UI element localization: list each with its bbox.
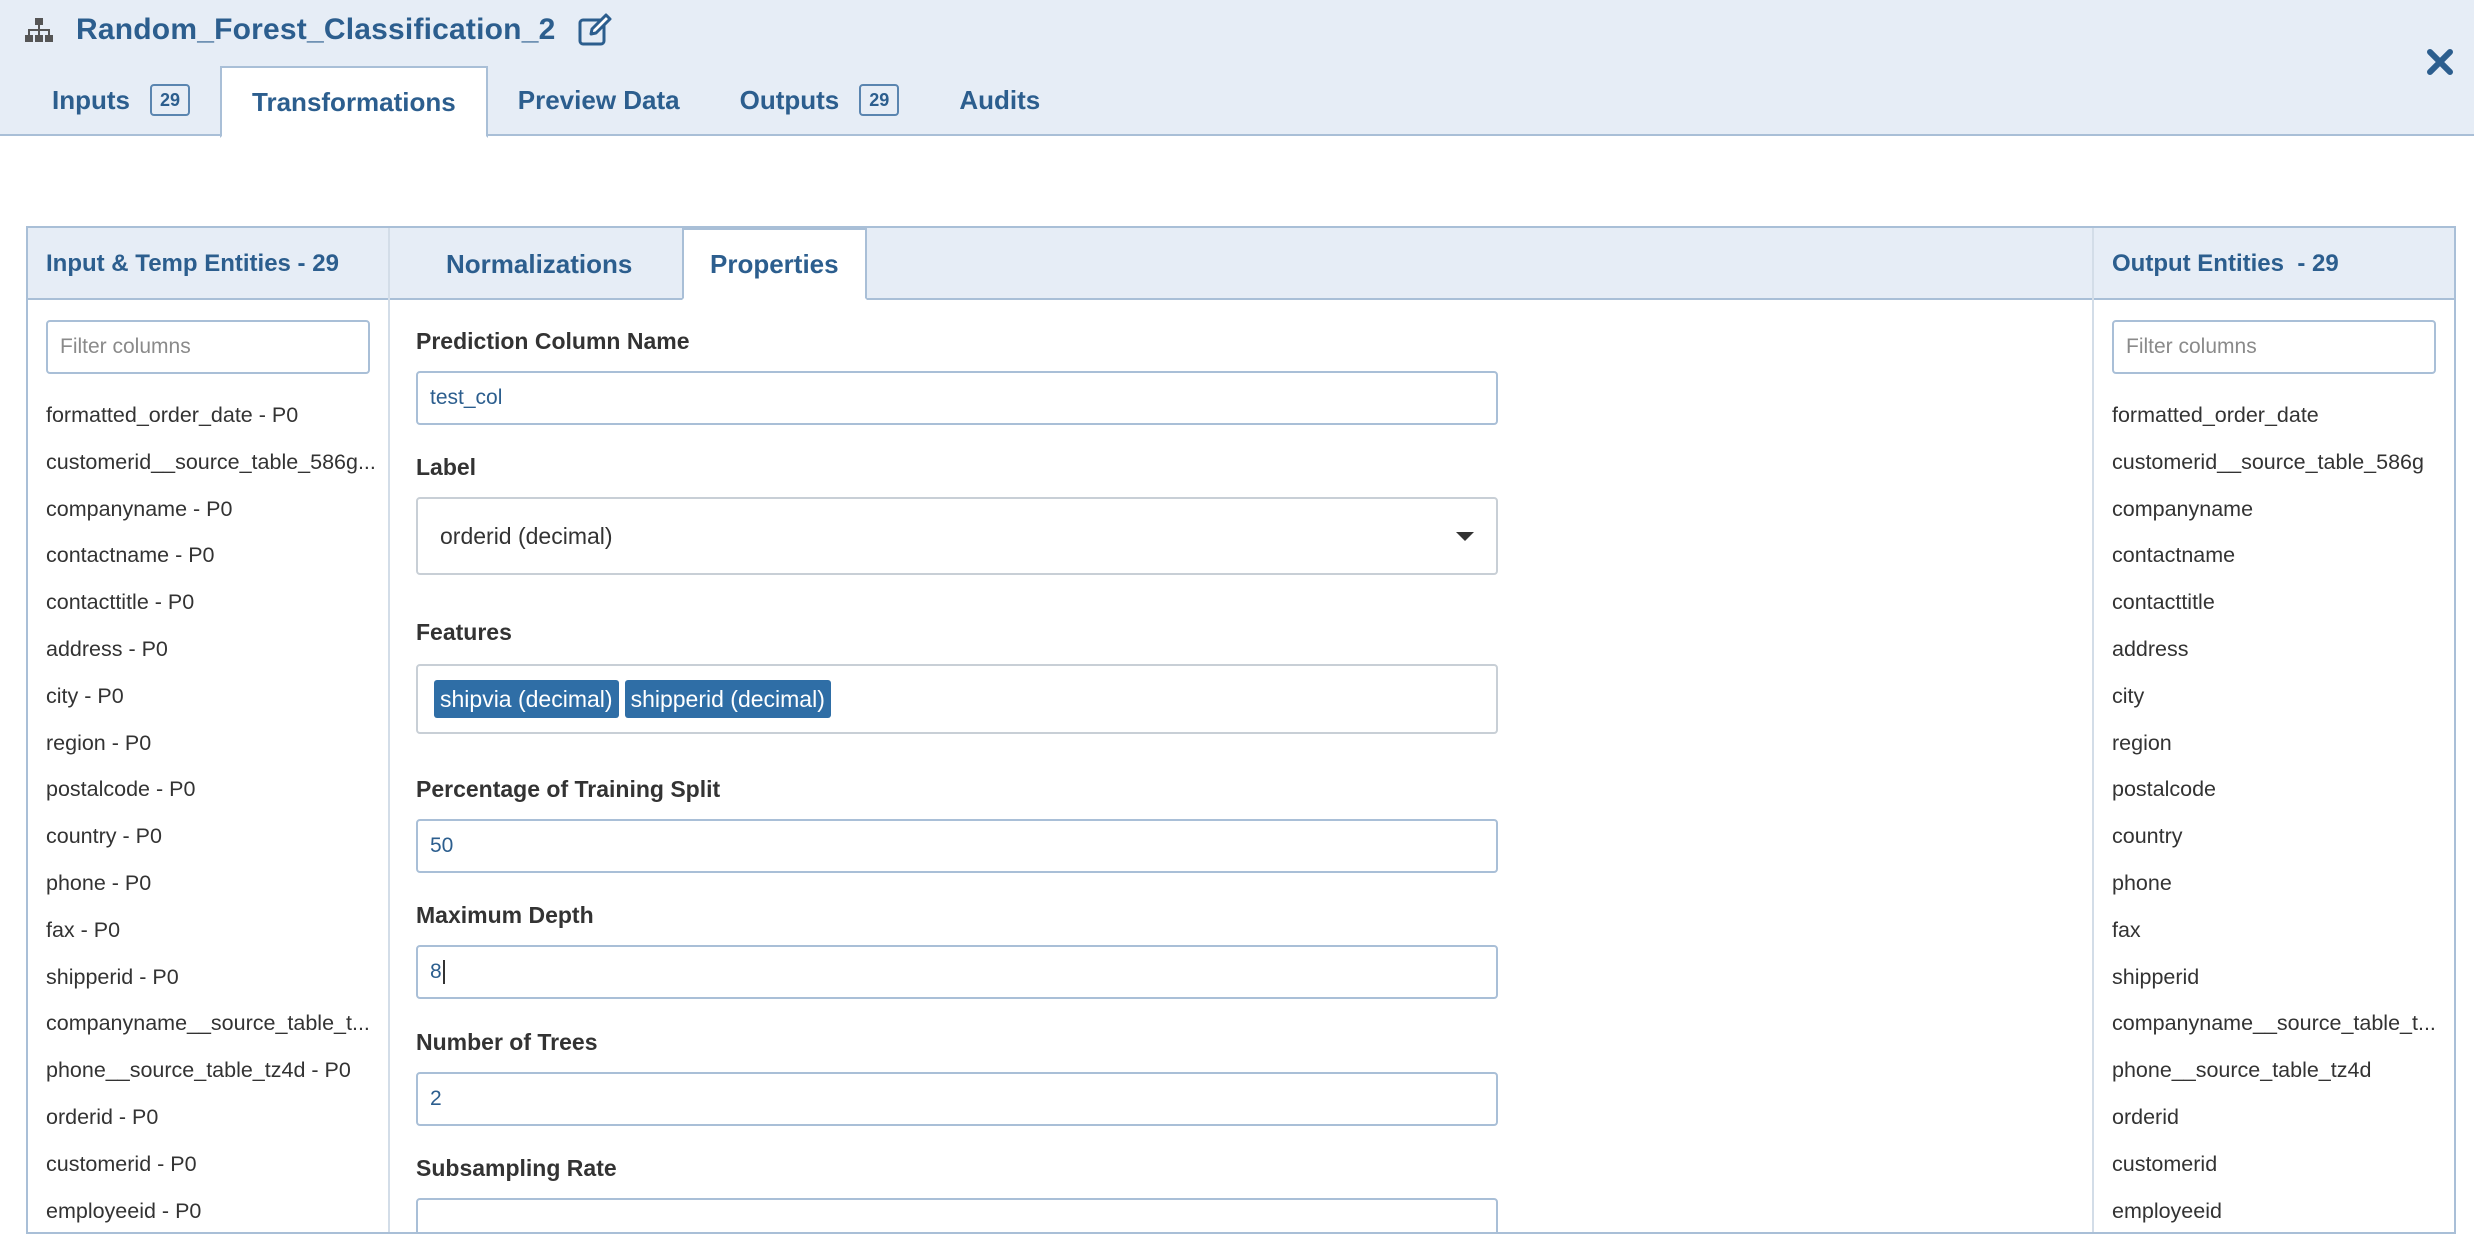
training-split-value: 50: [430, 834, 454, 857]
subsampling-label: Subsampling Rate: [416, 1155, 617, 1181]
list-item[interactable]: orderid - P0: [46, 1102, 386, 1149]
feature-tag[interactable]: shipperid (decimal): [624, 680, 831, 718]
properties-form: Prediction Column Name test_col Label or…: [416, 328, 1498, 1232]
list-item[interactable]: customerid__source_table_586g...: [46, 447, 386, 494]
close-icon[interactable]: [2424, 46, 2456, 78]
list-item[interactable]: postalcode - P0: [46, 774, 386, 821]
list-item[interactable]: region: [2112, 728, 2452, 775]
tab-transformations-label: Transformations: [252, 86, 456, 117]
output-entity-list: formatted_order_date customerid__source_t…: [2112, 400, 2452, 1232]
properties-column: Normalizations Properties Prediction Col…: [390, 228, 2094, 1232]
max-depth-label: Maximum Depth: [416, 902, 594, 928]
list-item[interactable]: country - P0: [46, 821, 386, 868]
tab-outputs-label: Outputs: [739, 84, 840, 115]
input-entities-header: Input & Temp Entities - 29: [28, 228, 388, 300]
list-item[interactable]: fax: [2112, 915, 2452, 962]
list-item[interactable]: companyname__source_table_t...: [2112, 1008, 2452, 1055]
hierarchy-icon: [25, 18, 53, 42]
list-item[interactable]: orderid: [2112, 1102, 2452, 1149]
tab-transformations[interactable]: Transformations: [220, 66, 488, 138]
training-split-input[interactable]: 50: [416, 819, 1498, 873]
subsampling-input[interactable]: [416, 1198, 1498, 1232]
input-filter-columns[interactable]: [46, 320, 370, 374]
num-trees-label: Number of Trees: [416, 1029, 598, 1055]
list-item[interactable]: fax - P0: [46, 915, 386, 962]
list-item[interactable]: companyname: [2112, 494, 2452, 541]
feature-tag[interactable]: shipvia (decimal): [434, 680, 619, 718]
list-item[interactable]: contactname - P0: [46, 540, 386, 587]
tab-normalizations[interactable]: Normalizations: [420, 228, 658, 300]
prediction-column-value: test_col: [430, 386, 503, 409]
list-item[interactable]: customerid: [2112, 1149, 2452, 1196]
list-item[interactable]: phone__source_table_tz4d - P0: [46, 1055, 386, 1102]
list-item[interactable]: city - P0: [46, 681, 386, 728]
tab-inputs[interactable]: Inputs 29: [22, 64, 220, 136]
inputs-count-badge: 29: [150, 84, 191, 116]
output-entities-title: Output Entities - 29: [2112, 250, 2339, 277]
tab-properties-label: Properties: [710, 248, 839, 279]
list-item[interactable]: postalcode: [2112, 774, 2452, 821]
training-split-label: Percentage of Training Split: [416, 776, 721, 802]
outputs-count-badge: 29: [859, 84, 900, 116]
list-item[interactable]: customerid - P0: [46, 1149, 386, 1196]
list-item[interactable]: city: [2112, 681, 2452, 728]
page-title: Random_Forest_Classification_2: [76, 13, 556, 46]
list-item[interactable]: shipperid - P0: [46, 962, 386, 1009]
text-cursor: [442, 960, 445, 984]
output-entities-header: Output Entities - 29: [2094, 228, 2454, 300]
input-entities-title: Input & Temp Entities - 29: [46, 250, 339, 277]
features-multiselect[interactable]: shipvia (decimal) shipperid (decimal): [416, 664, 1498, 734]
num-trees-input[interactable]: 2: [416, 1072, 1498, 1126]
list-item[interactable]: employeeid - P0: [46, 1196, 386, 1232]
list-item[interactable]: shipperid: [2112, 962, 2452, 1009]
list-item[interactable]: country: [2112, 821, 2452, 868]
list-item[interactable]: address: [2112, 634, 2452, 681]
label-field-label: Label: [416, 454, 477, 480]
list-item[interactable]: customerid__source_table_586g: [2112, 447, 2452, 494]
tab-audits[interactable]: Audits: [929, 64, 1070, 136]
edit-icon[interactable]: [577, 12, 613, 48]
input-entity-list: formatted_order_date - P0 customerid__sou…: [46, 400, 386, 1232]
top-bar: Random_Forest_Classification_2 Inputs 29…: [0, 0, 2474, 138]
list-item[interactable]: address - P0: [46, 634, 386, 681]
tab-outputs[interactable]: Outputs 29: [710, 64, 930, 136]
sub-tabs: Normalizations Properties: [390, 228, 2094, 300]
list-item[interactable]: contactname: [2112, 540, 2452, 587]
num-trees-value: 2: [430, 1087, 442, 1110]
max-depth-value: 8: [430, 960, 442, 983]
output-filter-columns[interactable]: [2112, 320, 2436, 374]
list-item[interactable]: employeeid: [2112, 1196, 2452, 1232]
features-label: Features: [416, 619, 512, 645]
main-tabs: Inputs 29 Transformations Preview Data O…: [22, 64, 1070, 138]
output-entities-column: Output Entities - 29 formatted_order_dat…: [2092, 228, 2454, 1232]
list-item[interactable]: formatted_order_date: [2112, 400, 2452, 447]
label-select-value: orderid (decimal): [440, 522, 613, 549]
list-item[interactable]: contacttitle: [2112, 587, 2452, 634]
tab-preview-data-label: Preview Data: [517, 84, 680, 115]
max-depth-input[interactable]: 8: [416, 945, 1498, 999]
input-entities-column: Input & Temp Entities - 29 formatted_ord…: [28, 228, 390, 1232]
list-item[interactable]: companyname - P0: [46, 494, 386, 541]
list-item[interactable]: phone__source_table_tz4d: [2112, 1055, 2452, 1102]
transformation-panel: Input & Temp Entities - 29 formatted_ord…: [26, 226, 2456, 1234]
list-item[interactable]: companyname__source_table_t...: [46, 1008, 386, 1055]
list-item[interactable]: contacttitle - P0: [46, 587, 386, 634]
tab-inputs-label: Inputs: [52, 84, 130, 115]
tab-preview-data[interactable]: Preview Data: [488, 64, 710, 136]
chevron-down-icon: [1456, 531, 1474, 541]
prediction-column-input[interactable]: test_col: [416, 371, 1498, 425]
list-item[interactable]: phone - P0: [46, 868, 386, 915]
list-item[interactable]: formatted_order_date - P0: [46, 400, 386, 447]
list-item[interactable]: region - P0: [46, 728, 386, 775]
prediction-column-label: Prediction Column Name: [416, 328, 690, 354]
list-item[interactable]: phone: [2112, 868, 2452, 915]
tab-properties[interactable]: Properties: [682, 228, 867, 300]
tab-normalizations-label: Normalizations: [446, 248, 633, 279]
title-row: Random_Forest_Classification_2: [24, 8, 613, 52]
tab-audits-label: Audits: [959, 84, 1041, 115]
label-select[interactable]: orderid (decimal): [416, 497, 1498, 575]
